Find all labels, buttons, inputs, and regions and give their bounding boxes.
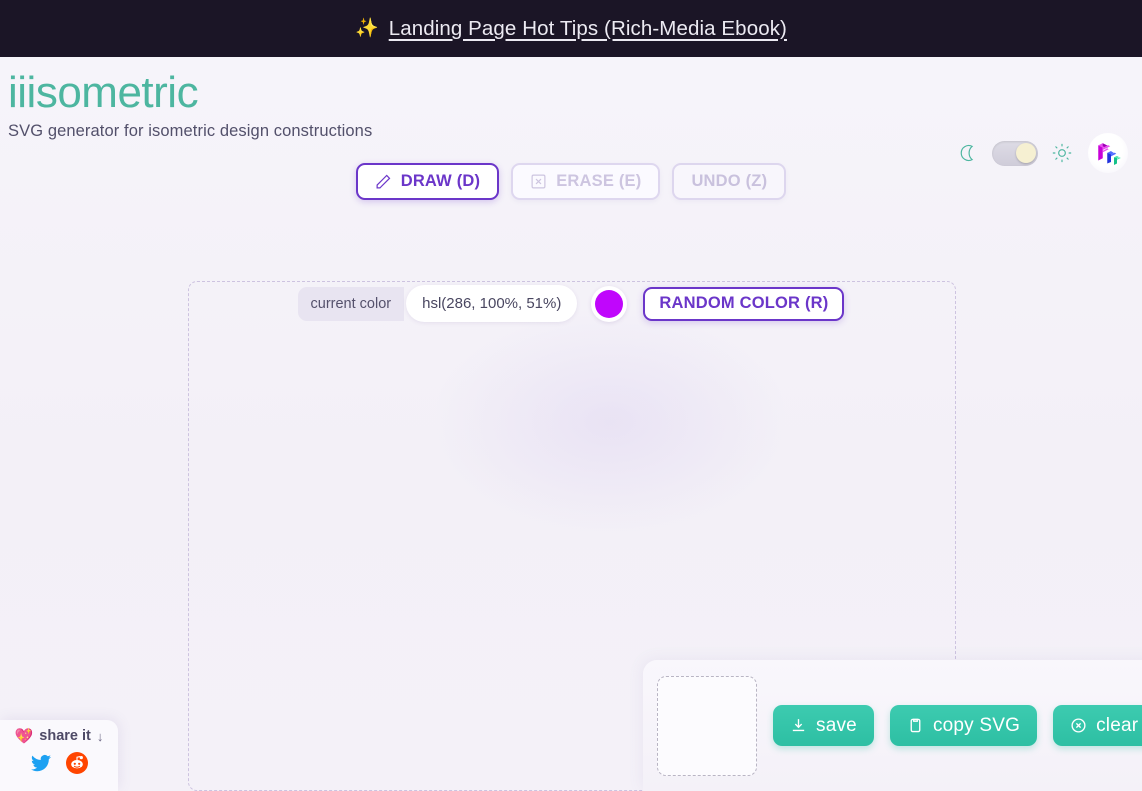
moon-icon[interactable] bbox=[958, 143, 978, 163]
reddit-icon[interactable] bbox=[65, 751, 89, 775]
promo-banner-link[interactable]: Landing Page Hot Tips (Rich-Media Ebook) bbox=[389, 17, 787, 41]
tool-erase-button[interactable]: ERASE (E) bbox=[511, 163, 661, 200]
tool-draw-label: DRAW (D) bbox=[400, 172, 481, 190]
share-icon-list bbox=[29, 751, 89, 775]
brand: iiisometric SVG generator for isometric … bbox=[8, 68, 373, 141]
pencil-icon bbox=[376, 174, 391, 189]
share-header: 💖 share it ↓ bbox=[15, 728, 104, 744]
sun-icon[interactable] bbox=[1052, 143, 1072, 163]
download-icon bbox=[792, 719, 805, 732]
share-label: share it bbox=[39, 728, 91, 744]
page-title: iiisometric bbox=[8, 68, 199, 117]
theme-toggle-knob bbox=[1015, 143, 1036, 163]
app-container: iiisometric SVG generator for isometric … bbox=[0, 57, 1142, 791]
down-arrow-icon: ↓ bbox=[96, 728, 104, 744]
copy-svg-button-label: copy SVG bbox=[932, 714, 1021, 736]
tool-undo-button[interactable]: UNDO (Z) bbox=[672, 163, 787, 200]
clear-button[interactable]: clear bbox=[1053, 705, 1142, 746]
share-widget: 💖 share it ↓ bbox=[0, 720, 118, 791]
save-button[interactable]: save bbox=[773, 705, 874, 746]
tool-draw-button[interactable]: DRAW (D) bbox=[355, 163, 500, 200]
heart-icon: 💖 bbox=[14, 727, 34, 745]
clipboard-icon bbox=[910, 718, 921, 733]
tool-row: DRAW (D) ERASE (E) UNDO (Z) bbox=[0, 163, 1142, 200]
circle-x-icon bbox=[1071, 718, 1086, 733]
sparkles-icon: ✨ bbox=[355, 18, 379, 39]
theme-toggle[interactable] bbox=[992, 140, 1038, 166]
erase-square-icon bbox=[531, 174, 546, 189]
save-button-label: save bbox=[816, 714, 857, 736]
clear-button-label: clear bbox=[1096, 714, 1139, 736]
tool-undo-label: UNDO (Z) bbox=[691, 172, 768, 190]
tool-erase-label: ERASE (E) bbox=[556, 172, 642, 190]
copy-svg-button[interactable]: copy SVG bbox=[889, 705, 1038, 746]
twitter-icon[interactable] bbox=[29, 751, 53, 775]
svg-preview-box bbox=[657, 675, 757, 776]
page-subtitle: SVG generator for isometric design const… bbox=[8, 122, 373, 141]
export-panel: save copy SVG clear bbox=[643, 660, 1142, 791]
promo-banner: ✨ Landing Page Hot Tips (Rich-Media Eboo… bbox=[0, 0, 1142, 57]
